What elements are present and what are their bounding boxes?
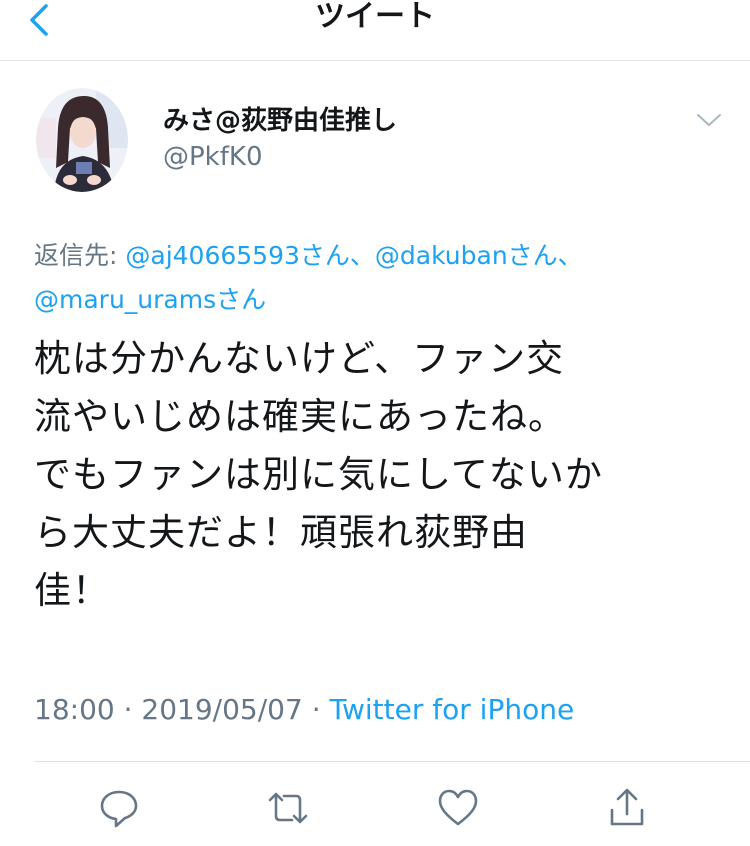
reply-to-line-1: 返信先: @aj40665593さん、@dakubanさん、 [34, 240, 583, 272]
user-display-name[interactable]: みさ@荻野由佳推し [163, 100, 397, 137]
reply-icon[interactable] [97, 786, 141, 830]
tweet-text-line: 枕は分かんないけど、ファン交 [34, 337, 565, 380]
avatar[interactable] [36, 88, 128, 192]
tweet-meta: 18:00 · 2019/05/07 · Twitter for iPhone [34, 692, 574, 728]
mention-link[interactable]: @dakubanさん、 [375, 241, 583, 270]
chevron-down-icon[interactable] [696, 112, 722, 128]
nav-bar: ツイート [0, 0, 750, 61]
page-title: ツイート [315, 0, 435, 34]
like-icon[interactable] [436, 786, 480, 830]
tweet-text-line: 流やいじめは確実にあったね。 [34, 395, 566, 438]
tweet-text: 枕は分かんないけど、ファン交 流やいじめは確実にあったね。 でもファンは別に気に… [34, 336, 724, 626]
avatar-image [36, 88, 128, 192]
meta-separator: · [311, 693, 321, 726]
meta-separator: · [123, 693, 133, 726]
mention-link[interactable]: @aj40665593さん、 [125, 241, 375, 270]
reply-to-line-2: @maru_uramsさん [34, 284, 266, 316]
retweet-icon[interactable] [266, 786, 310, 830]
tweet-text-line: でもファンは別に気にしてないか [34, 453, 603, 496]
tweet-text-line: ら大丈夫だよ！頑張れ荻野由 [34, 511, 528, 554]
tweet-time: 18:00 [34, 693, 115, 726]
tweet-text-line: 佳！ [34, 569, 110, 612]
reply-to-label: 返信先: [34, 241, 118, 270]
tweet-date: 2019/05/07 [141, 693, 303, 726]
share-icon[interactable] [605, 786, 649, 830]
mention-link[interactable]: @maru_uramsさん [34, 285, 266, 314]
tweet-source-link[interactable]: Twitter for iPhone [330, 693, 575, 726]
divider [34, 761, 750, 762]
user-handle[interactable]: @PkfK0 [163, 142, 262, 172]
